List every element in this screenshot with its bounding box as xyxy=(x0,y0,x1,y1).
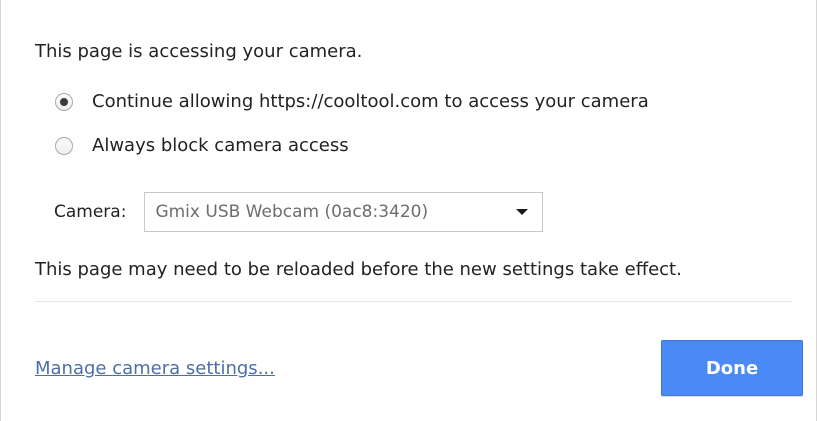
option-label-continue-allowing: Continue allowing https://cooltool.com t… xyxy=(92,91,649,112)
done-button[interactable]: Done xyxy=(661,340,803,396)
radio-option-always-block[interactable]: Always block camera access xyxy=(55,134,349,158)
radio-button-selected[interactable] xyxy=(55,93,73,111)
option-label-always-block: Always block camera access xyxy=(92,135,349,156)
chevron-down-icon xyxy=(516,209,529,215)
camera-row: Camera: Gmix USB Webcam (0ac8:3420) xyxy=(54,192,544,232)
camera-select[interactable]: Gmix USB Webcam (0ac8:3420) xyxy=(144,192,544,232)
radio-dot-icon xyxy=(60,98,68,106)
manage-camera-settings-link[interactable]: Manage camera settings... xyxy=(35,357,275,381)
divider xyxy=(35,301,792,302)
radio-button-unselected[interactable] xyxy=(55,137,73,155)
reload-note: This page may need to be reloaded before… xyxy=(35,259,682,280)
camera-label: Camera: xyxy=(54,202,127,222)
radio-option-continue-allowing[interactable]: Continue allowing https://cooltool.com t… xyxy=(55,90,649,114)
dialog-heading: This page is accessing your camera. xyxy=(35,41,363,62)
camera-select-value: Gmix USB Webcam (0ac8:3420) xyxy=(155,202,429,222)
camera-permission-dialog: This page is accessing your camera. Cont… xyxy=(0,0,817,421)
